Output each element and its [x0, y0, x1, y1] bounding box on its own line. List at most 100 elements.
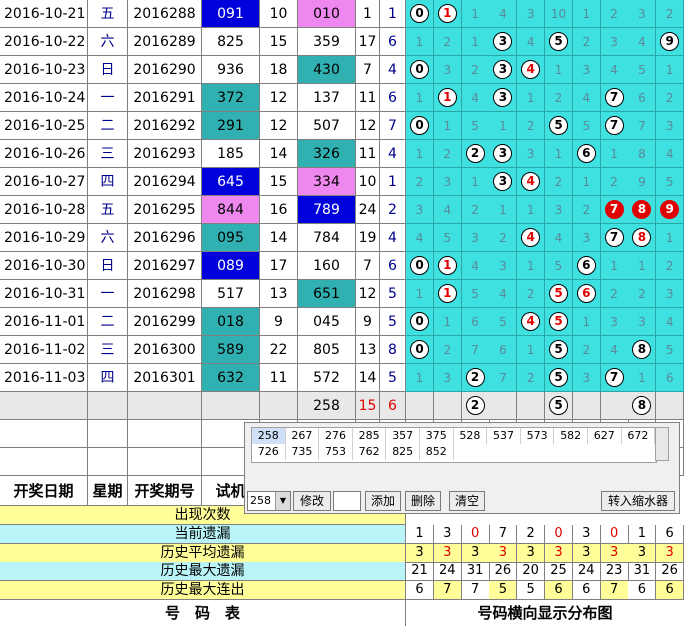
combo-select[interactable]: 258 ▼ [247, 491, 291, 511]
miss-count: 1 [665, 231, 674, 245]
miss-count: 4 [471, 91, 479, 105]
digit-cell: 0 [406, 252, 434, 280]
miss-count: 3 [499, 259, 507, 273]
summary-cell [202, 392, 260, 420]
digit-cell: 3 [572, 56, 601, 84]
miss-count: 3 [471, 231, 479, 245]
digit-cell: 2 [600, 280, 629, 308]
table-row: 2016-10-29 六 2016296 095 14 784 19 4 4 5 3 2 4 4 3 7 8 1 [0, 224, 684, 252]
blank-cell [128, 420, 202, 448]
miss-count: 1 [526, 91, 535, 105]
combo-list-row: 258 267 276 285 357 375 528 537 573 582 627 672 [252, 428, 656, 444]
miss-count: 1 [499, 119, 507, 133]
cell-s1: 17 [260, 252, 298, 280]
cell-test: 018 [202, 308, 260, 336]
cell-s2: 12 [356, 280, 380, 308]
combo-item[interactable]: 753 [319, 444, 353, 460]
cell-week: 一 [88, 280, 128, 308]
number-ball: 6 [576, 284, 596, 303]
combo-item[interactable]: 573 [521, 428, 555, 444]
digit-cell: 3 [628, 0, 657, 28]
miss-count: 1 [526, 343, 535, 357]
header-date: 开奖日期 [0, 476, 88, 506]
cell-s2: 14 [356, 364, 380, 392]
miss-count: 3 [554, 203, 563, 217]
cell-week: 六 [88, 28, 128, 56]
combo-item[interactable]: 726 [252, 444, 286, 460]
combo-item[interactable]: 852 [420, 444, 454, 460]
combo-item[interactable]: 762 [353, 444, 387, 460]
summary-digit-cell [406, 392, 434, 420]
combo-item[interactable]: 528 [454, 428, 488, 444]
number-ball: 5 [549, 368, 568, 387]
miss-count: 5 [665, 175, 674, 189]
transfer-button[interactable]: 转入缩水器 [601, 491, 675, 511]
miss-count: 1 [415, 147, 424, 161]
combo-item[interactable]: 672 [622, 428, 656, 444]
combo-item[interactable]: 285 [353, 428, 387, 444]
modify-button[interactable]: 修改 [293, 491, 331, 511]
combo-item[interactable]: 375 [420, 428, 454, 444]
number-input[interactable] [333, 491, 361, 511]
header-week: 星期 [88, 476, 128, 506]
combo-item[interactable]: 357 [386, 428, 420, 444]
cell-s2: 10 [356, 168, 380, 196]
miss-count: 2 [415, 175, 424, 189]
list-scrollbar[interactable] [655, 427, 669, 461]
combo-item[interactable]: 276 [319, 428, 353, 444]
cell-s2: 17 [356, 28, 380, 56]
digit-cell: 4 [600, 56, 629, 84]
miss-count: 2 [471, 63, 479, 77]
delete-button[interactable]: 删除 [405, 491, 441, 511]
cell-test: 089 [202, 252, 260, 280]
number-ball: 7 [604, 368, 624, 387]
digit-cell: 1 [545, 140, 573, 168]
number-ball: 0 [410, 312, 429, 331]
combo-item[interactable]: 258 [252, 428, 286, 444]
digit-cell: 3 [656, 112, 684, 140]
digit-cell: 1 [572, 308, 601, 336]
cell-date: 2016-11-03 [0, 364, 88, 392]
digit-cell: 3 [489, 84, 518, 112]
combo-item[interactable]: 537 [487, 428, 521, 444]
cell-open: 334 [298, 168, 356, 196]
number-ball: 3 [493, 32, 513, 51]
table-row: 2016-10-30 日 2016297 089 17 160 7 6 0 1 4 3 1 5 6 1 1 2 [0, 252, 684, 280]
add-button[interactable]: 添加 [365, 491, 401, 511]
combo-item[interactable]: 582 [554, 428, 588, 444]
miss-count: 1 [665, 63, 674, 77]
cell-s1: 11 [260, 364, 298, 392]
combo-item[interactable]: 267 [286, 428, 320, 444]
miss-count: 7 [638, 119, 646, 133]
clear-button[interactable]: 清空 [449, 491, 485, 511]
miss-count: 6 [665, 371, 674, 385]
digit-cell: 1 [517, 196, 546, 224]
digit-cell: 4 [433, 196, 462, 224]
digit-cell: 4 [489, 0, 518, 28]
digit-cell: 2 [433, 140, 462, 168]
table-row: 2016-10-21 五 2016288 091 10 010 1 1 0 1 1 4 3 10 1 2 3 2 [0, 0, 684, 28]
miss-count: 6 [471, 315, 479, 329]
combo-list[interactable]: 258 267 276 285 357 375 528 537 573 582 627 672 726 7… [251, 427, 657, 463]
digit-cell: 2 [406, 168, 434, 196]
miss-count: 2 [526, 119, 535, 133]
miss-count: 4 [499, 7, 507, 21]
digit-cell: 7 [489, 364, 518, 392]
digit-cell: 1 [406, 364, 434, 392]
combo-item[interactable]: 735 [286, 444, 320, 460]
miss-count: 9 [638, 175, 646, 189]
combo-item[interactable]: 627 [588, 428, 622, 444]
summary-cell [0, 392, 88, 420]
digit-cell: 1 [572, 168, 601, 196]
digit-cell: 6 [461, 308, 490, 336]
digit-cell: 2 [517, 364, 546, 392]
digit-cell: 3 [600, 308, 629, 336]
combo-item[interactable]: 825 [386, 444, 420, 460]
stat-value: 6 [628, 581, 657, 601]
digit-cell: 5 [461, 112, 490, 140]
miss-count: 4 [471, 259, 479, 273]
chevron-down-icon[interactable]: ▼ [275, 492, 290, 510]
summary-ball: 8 [632, 396, 652, 415]
digit-cell: 2 [572, 336, 601, 364]
summary-digit-cell [572, 392, 601, 420]
